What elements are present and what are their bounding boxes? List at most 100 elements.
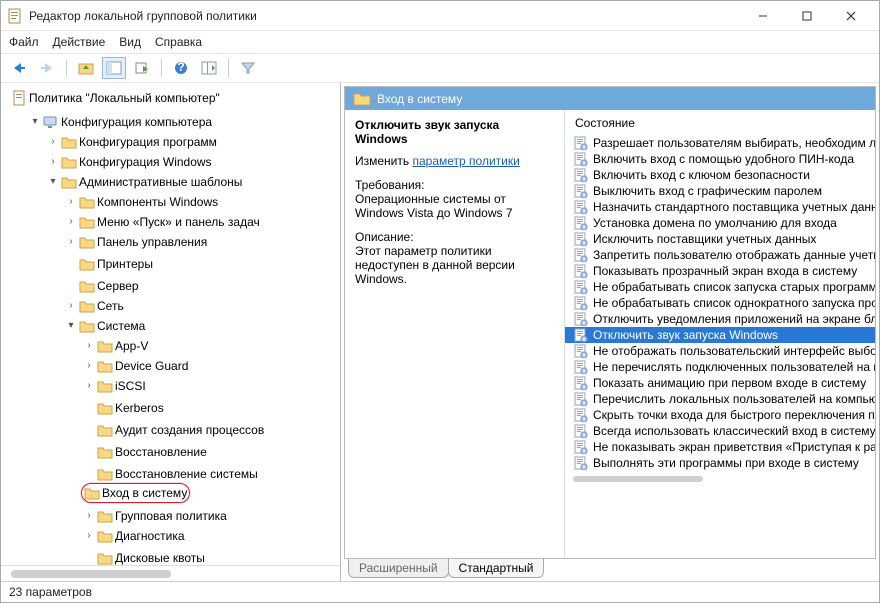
menu-file[interactable]: Файл [9,35,39,49]
policy-item[interactable]: Исключить поставщики учетных данных [565,231,875,247]
help-button[interactable]: ? [169,57,193,79]
tree-system[interactable]: ▾ Система [63,317,147,335]
tree-item[interactable]: ›Диагностика [81,527,187,545]
options-button[interactable] [197,57,221,79]
chevron-right-icon[interactable]: › [65,213,77,231]
policy-item[interactable]: Отключить уведомления приложений на экра… [565,311,875,327]
horizontal-scrollbar[interactable] [1,565,340,581]
policy-item[interactable]: Разрешает пользователям выбирать, необхо… [565,135,875,151]
policy-icon [573,232,589,246]
policy-item[interactable]: Не перечислять подключенных пользователе… [565,359,875,375]
tab-extended[interactable]: Расширенный [348,559,449,578]
menu-action[interactable]: Действие [53,35,106,49]
chevron-right-icon[interactable]: › [83,337,95,355]
chevron-right-icon[interactable]: › [65,297,77,315]
policy-item[interactable]: Перечислить локальных пользователей на к… [565,391,875,407]
chevron-down-icon[interactable]: ▾ [65,317,77,335]
policy-list[interactable]: Разрешает пользователям выбирать, необхо… [565,134,875,472]
tree-item[interactable]: › Сеть [63,297,126,315]
horizontal-scrollbar[interactable] [573,476,703,482]
chevron-right-icon[interactable]: › [83,527,95,545]
policy-item[interactable]: Установка домена по умолчанию для входа [565,215,875,231]
tree-admin-templates[interactable]: ▾Административные шаблоны [45,173,244,191]
policy-item[interactable]: Запретить пользователю отображать данные… [565,247,875,263]
chevron-right-icon[interactable]: › [47,133,59,151]
tree-item[interactable]: ›Меню «Пуск» и панель задач [63,213,262,231]
policy-item[interactable]: Не отображать пользовательский интерфейс… [565,343,875,359]
folder-icon [79,215,95,229]
description-label: Описание: [355,230,554,244]
policy-label: Не обрабатывать список однократного запу… [593,296,875,310]
folder-icon [79,279,95,293]
tree-item[interactable]: ›Конфигурация программ [45,133,219,151]
back-button[interactable] [7,57,31,79]
chevron-right-icon[interactable]: › [65,233,77,251]
tree-item[interactable]: ›Конфигурация Windows [45,153,214,171]
tree-root[interactable]: Политика "Локальный компьютер" [9,89,222,107]
policy-item[interactable]: Не обрабатывать список однократного запу… [565,295,875,311]
filter-button[interactable] [236,57,260,79]
policy-item[interactable]: Включить вход с помощью удобного ПИН-код… [565,151,875,167]
tree-item[interactable]: ›Групповая политика [81,507,229,525]
folder-icon [61,175,77,189]
tree-item[interactable]: ›Компоненты Windows [63,193,220,211]
policy-label: Не показывать экран приветствия «Приступ… [593,440,875,454]
policy-item[interactable]: Выполнять эти программы при входе в сист… [565,455,875,471]
navigation-tree[interactable]: Политика "Локальный компьютер" ▾ Конфигу… [1,83,340,565]
tree-item[interactable]: ›iSCSI [81,377,148,395]
tree-computer-config[interactable]: ▾ Конфигурация компьютера [27,113,214,131]
app-icon [7,8,23,24]
chevron-right-icon[interactable]: › [47,153,59,171]
policy-item[interactable]: Показать анимацию при первом входе в сис… [565,375,875,391]
tree-item[interactable]: Принтеры [63,255,155,273]
policy-item[interactable]: Включить вход с ключом безопасности [565,167,875,183]
detail-panel: Отключить звук запуска Windows Изменить … [345,110,565,558]
chevron-right-icon[interactable]: › [65,193,77,211]
main-area: Политика "Локальный компьютер" ▾ Конфигу… [1,83,879,581]
policy-label: Назначить стандартного поставщика учетны… [593,200,875,214]
policy-item[interactable]: Не показывать экран приветствия «Приступ… [565,439,875,455]
edit-policy-link[interactable]: параметр политики [412,154,519,168]
maximize-button[interactable] [785,2,829,30]
folder-title: Вход в систему [377,92,462,106]
chevron-right-icon[interactable]: › [83,377,95,395]
folder-icon [97,445,113,459]
tree-item[interactable]: Дисковые квоты [81,549,207,565]
column-header-state[interactable]: Состояние [565,110,875,134]
policy-icon [573,136,589,150]
tree-item[interactable]: Восстановление системы [81,465,260,483]
export-button[interactable] [130,57,154,79]
tree-label: Сеть [97,297,124,315]
menu-view[interactable]: Вид [119,35,141,49]
policy-label: Отключить звук запуска Windows [593,328,778,342]
chevron-right-icon[interactable]: › [83,507,95,525]
chevron-down-icon[interactable]: ▾ [47,173,59,191]
policy-item[interactable]: Выключить вход с графическим паролем [565,183,875,199]
policy-item[interactable]: Не обрабатывать список запуска старых пр… [565,279,875,295]
tree-logon[interactable]: Вход в систему [81,483,190,503]
tree-item[interactable]: ›Панель управления [63,233,209,251]
policy-label: Отключить уведомления приложений на экра… [593,312,875,326]
policy-item[interactable]: Назначить стандартного поставщика учетны… [565,199,875,215]
tree-item[interactable]: Восстановление [81,443,209,461]
up-button[interactable] [74,57,98,79]
policy-item[interactable]: Отключить звук запуска Windows [565,327,875,343]
show-hide-tree-button[interactable] [102,57,126,79]
menu-help[interactable]: Справка [155,35,202,49]
minimize-button[interactable] [741,2,785,30]
policy-item[interactable]: Всегда использовать классический вход в … [565,423,875,439]
chevron-right-icon[interactable]: › [83,357,95,375]
tree-item[interactable]: ›App-V [81,337,150,355]
tree-item[interactable]: ›Device Guard [81,357,190,375]
tree-item[interactable]: Kerberos [81,399,166,417]
close-button[interactable] [829,2,873,30]
folder-icon [84,486,100,500]
chevron-down-icon[interactable]: ▾ [29,113,41,131]
tree-item[interactable]: Аудит создания процессов [81,421,266,439]
policy-item[interactable]: Показывать прозрачный экран входа в сист… [565,263,875,279]
tab-standard[interactable]: Стандартный [448,559,545,578]
forward-button[interactable] [35,57,59,79]
tree-item[interactable]: Сервер [63,277,141,295]
tree-label: Система [97,317,145,335]
policy-item[interactable]: Скрыть точки входа для быстрого переключ… [565,407,875,423]
